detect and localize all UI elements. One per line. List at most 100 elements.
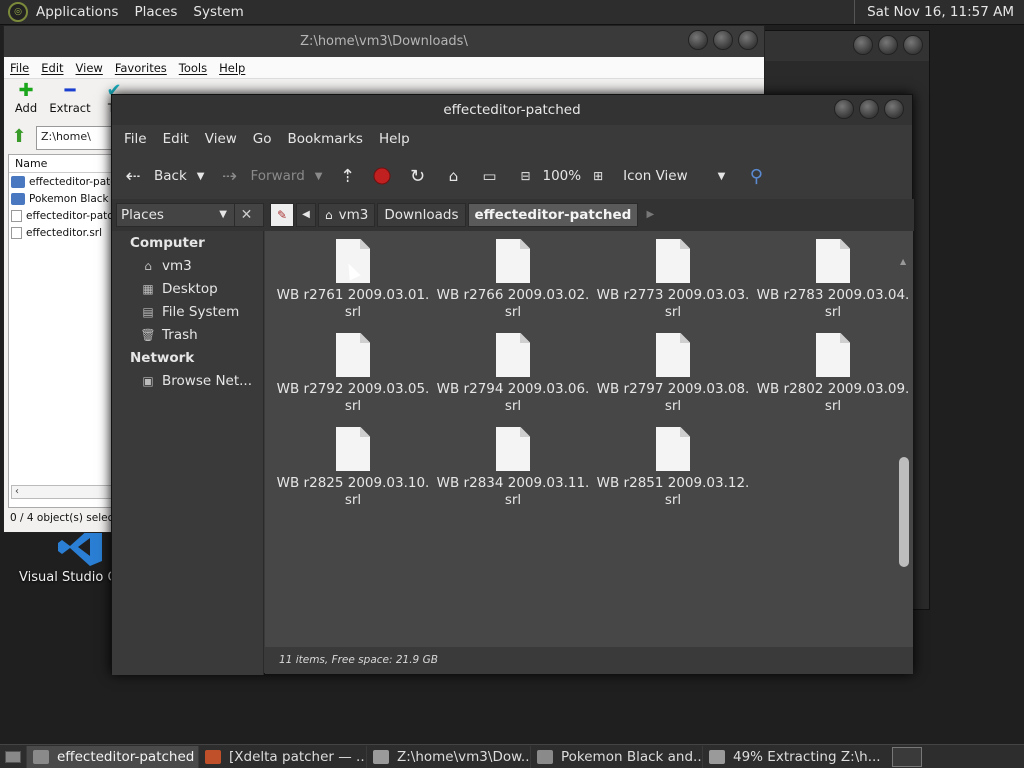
taskbar-item[interactable]: [Xdelta patcher — ... (198, 745, 366, 768)
document-icon (656, 333, 690, 377)
menu-help[interactable]: Help (213, 61, 251, 75)
desktop-shortcut-label: Visual Studio Co (19, 570, 125, 585)
file-item[interactable]: WB r2766 2009.03.02. srl (433, 239, 593, 333)
menu-tools[interactable]: Tools (173, 61, 213, 75)
maximize-button[interactable] (713, 30, 733, 50)
distro-logo-icon[interactable]: ◎ (8, 2, 28, 22)
vertical-scrollbar[interactable]: ▲ ▼ (896, 257, 912, 691)
view-mode-select[interactable]: Icon View ▼ (623, 168, 725, 184)
reload-button[interactable]: ↻ (406, 165, 428, 187)
menu-go[interactable]: Go (245, 131, 280, 147)
minimize-button[interactable] (688, 30, 708, 50)
breadcrumb-right-arrow-icon[interactable]: ▶ (640, 203, 660, 227)
search-button[interactable]: ⚲ (745, 165, 767, 187)
file-item[interactable]: WB r2792 2009.03.05. srl (273, 333, 433, 427)
up-arrow-icon[interactable]: ⬆ (8, 126, 30, 148)
scroll-up-arrow-icon[interactable]: ▲ (900, 257, 906, 266)
taskbar-item[interactable]: effecteditor-patched (26, 745, 198, 768)
stop-button[interactable] (372, 166, 392, 186)
file-item[interactable]: WB r2773 2009.03.03. srl (593, 239, 753, 333)
applications-menu[interactable]: Applications (28, 4, 126, 20)
icon-view[interactable]: WB r2761 2009.03.01. srl WB r2766 2009.03.… (265, 231, 913, 647)
up-button[interactable]: ⇡ (336, 165, 358, 187)
file-name: WB r2825 2009.03.10. srl (276, 475, 430, 508)
workspace-switcher[interactable] (892, 747, 922, 767)
menu-favorites[interactable]: Favorites (109, 61, 173, 75)
menu-file[interactable]: File (4, 61, 35, 75)
menu-view[interactable]: View (70, 61, 109, 75)
window-title[interactable]: Z:\home\vm3\Downloads\ (4, 26, 764, 57)
places-menu[interactable]: Places (126, 4, 185, 20)
file-item[interactable]: WB r2794 2009.03.06. srl (433, 333, 593, 427)
taskbar-item[interactable]: Z:\home\vm3\Dow... (366, 745, 530, 768)
list-item[interactable]: effecteditor.srl (9, 224, 117, 241)
maximize-button[interactable] (859, 99, 879, 119)
list-item[interactable]: Pokemon Black ar (9, 190, 117, 207)
name-column-header[interactable]: Name (9, 155, 117, 173)
zoom-in-button[interactable]: ⊞ (587, 165, 609, 187)
home-button[interactable]: ⌂ (442, 165, 464, 187)
file-manager-window[interactable]: effecteditor-patched File Edit View Go B… (111, 94, 914, 675)
forward-button[interactable]: ⇢ Forward ▼ (218, 165, 323, 187)
window-icon (537, 749, 553, 764)
taskbar-item[interactable]: 49% Extracting Z:\h... (702, 745, 892, 768)
menu-view[interactable]: View (197, 131, 245, 147)
window-title[interactable]: effecteditor-patched (112, 95, 912, 125)
zoom-out-button[interactable]: ⊟ (514, 165, 536, 187)
close-button[interactable] (884, 99, 904, 119)
taskbar-item-label: [Xdelta patcher — ... (229, 748, 366, 765)
file-item[interactable]: WB r2802 2009.03.09. srl (753, 333, 913, 427)
file-item[interactable]: WB r2834 2009.03.11. srl (433, 427, 593, 521)
close-sidebar-icon[interactable]: ✕ (234, 204, 258, 226)
menu-help[interactable]: Help (371, 131, 418, 147)
close-button[interactable] (903, 35, 923, 55)
drive-icon: ▤ (142, 304, 154, 319)
status-bar: 11 items, Free space: 21.9 GB (265, 647, 913, 674)
close-button[interactable] (738, 30, 758, 50)
document-icon (816, 239, 850, 283)
file-item[interactable]: WB r2797 2009.03.08. srl (593, 333, 753, 427)
computer-button[interactable]: ▭ (478, 165, 500, 187)
sidebar-item-browse-network[interactable]: ▣ Browse Net... (112, 369, 263, 392)
add-button[interactable]: ✚ Add (4, 79, 48, 119)
menu-edit[interactable]: Edit (155, 131, 197, 147)
show-desktop-button[interactable] (0, 745, 26, 768)
horizontal-scrollbar[interactable]: ‹ (11, 485, 115, 499)
file-name: WB r2802 2009.03.09. srl (756, 381, 910, 414)
file-item[interactable]: WB r2825 2009.03.10. srl (273, 427, 433, 521)
file-name: WB r2773 2009.03.03. srl (596, 287, 750, 320)
menu-bookmarks[interactable]: Bookmarks (280, 131, 371, 147)
breadcrumb-current[interactable]: effecteditor-patched (467, 203, 639, 227)
document-icon (496, 427, 530, 471)
back-history-dropdown-icon[interactable]: ▼ (197, 171, 205, 182)
menu-edit[interactable]: Edit (35, 61, 69, 75)
menu-file[interactable]: File (116, 131, 155, 147)
forward-history-dropdown-icon[interactable]: ▼ (315, 171, 323, 182)
maximize-button[interactable] (878, 35, 898, 55)
scrollbar-thumb[interactable] (899, 457, 909, 567)
edit-location-icon[interactable]: ✎ (270, 203, 294, 227)
list-item[interactable]: effecteditor-patch (9, 207, 117, 224)
minimize-button[interactable] (834, 99, 854, 119)
sidebar-item-vm3[interactable]: ⌂ vm3 (112, 254, 263, 277)
minimize-button[interactable] (853, 35, 873, 55)
extract-button[interactable]: ━ Extract (48, 79, 92, 119)
clock[interactable]: Sat Nov 16, 11:57 AM (854, 0, 1024, 24)
system-menu[interactable]: System (185, 4, 251, 20)
breadcrumb-left-arrow-icon[interactable]: ◀ (296, 203, 316, 227)
sidebar-item-file-system[interactable]: ▤ File System (112, 300, 263, 323)
taskbar-item[interactable]: Pokemon Black and... (530, 745, 702, 768)
zoom-level[interactable]: 100% (542, 168, 581, 184)
list-item[interactable]: effecteditor-patch (9, 173, 117, 190)
file-item[interactable]: WB r2851 2009.03.12. srl (593, 427, 753, 521)
breadcrumb-vm3[interactable]: ⌂ vm3 (318, 203, 376, 227)
file-item[interactable]: WB r2783 2009.03.04. srl (753, 239, 913, 333)
sidebar-item-desktop[interactable]: ▦ Desktop (112, 277, 263, 300)
taskbar-item-label: effecteditor-patched (57, 748, 195, 765)
file-item[interactable]: WB r2761 2009.03.01. srl (273, 239, 433, 333)
breadcrumb-downloads[interactable]: Downloads (377, 203, 466, 227)
archive-file-list[interactable]: Name effecteditor-patch Pokemon Black ar… (8, 154, 118, 508)
sidebar-item-trash[interactable]: 🗑 Trash (112, 323, 263, 346)
back-button[interactable]: ⇠ Back ▼ (122, 165, 204, 187)
address-field[interactable]: Z:\home\ (36, 126, 118, 150)
